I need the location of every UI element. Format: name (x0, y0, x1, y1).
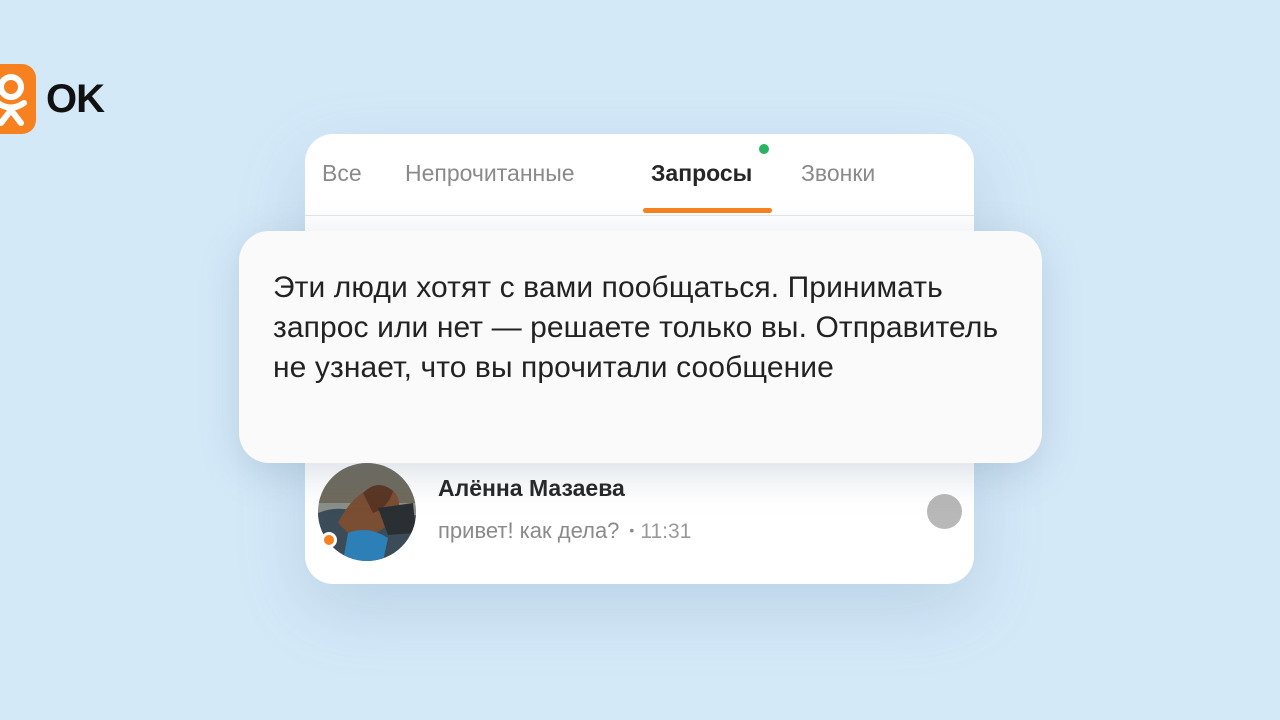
ok-logo-icon (0, 64, 36, 134)
online-status-dot (321, 532, 337, 548)
last-message-text: привет! как дела? (438, 518, 620, 543)
message-time: 11:31 (640, 520, 692, 543)
select-circle[interactable] (927, 494, 962, 529)
tooltip-text: Эти люди хотят с вами пообщаться. Приним… (273, 271, 999, 384)
tab-bar: Все Непрочитанные Запросы Звонки (305, 134, 974, 216)
tab-calls[interactable]: Звонки (801, 160, 875, 187)
new-requests-indicator (757, 142, 771, 156)
tab-all[interactable]: Все (322, 160, 362, 187)
tab-unread[interactable]: Непрочитанные (405, 160, 575, 187)
logo-text: OK (46, 76, 105, 121)
separator-dot: • (629, 522, 635, 538)
message-preview: привет! как дела? • 11:31 (438, 518, 691, 544)
chat-list-item[interactable]: Алённа Мазаева привет! как дела? • 11:31 (305, 454, 974, 564)
brand-logo: OK (0, 64, 105, 134)
requests-info-tooltip: Эти люди хотят с вами пообщаться. Приним… (239, 231, 1042, 463)
active-tab-underline (643, 208, 772, 213)
tab-requests[interactable]: Запросы (651, 160, 752, 187)
contact-name: Алённа Мазаева (438, 475, 625, 501)
